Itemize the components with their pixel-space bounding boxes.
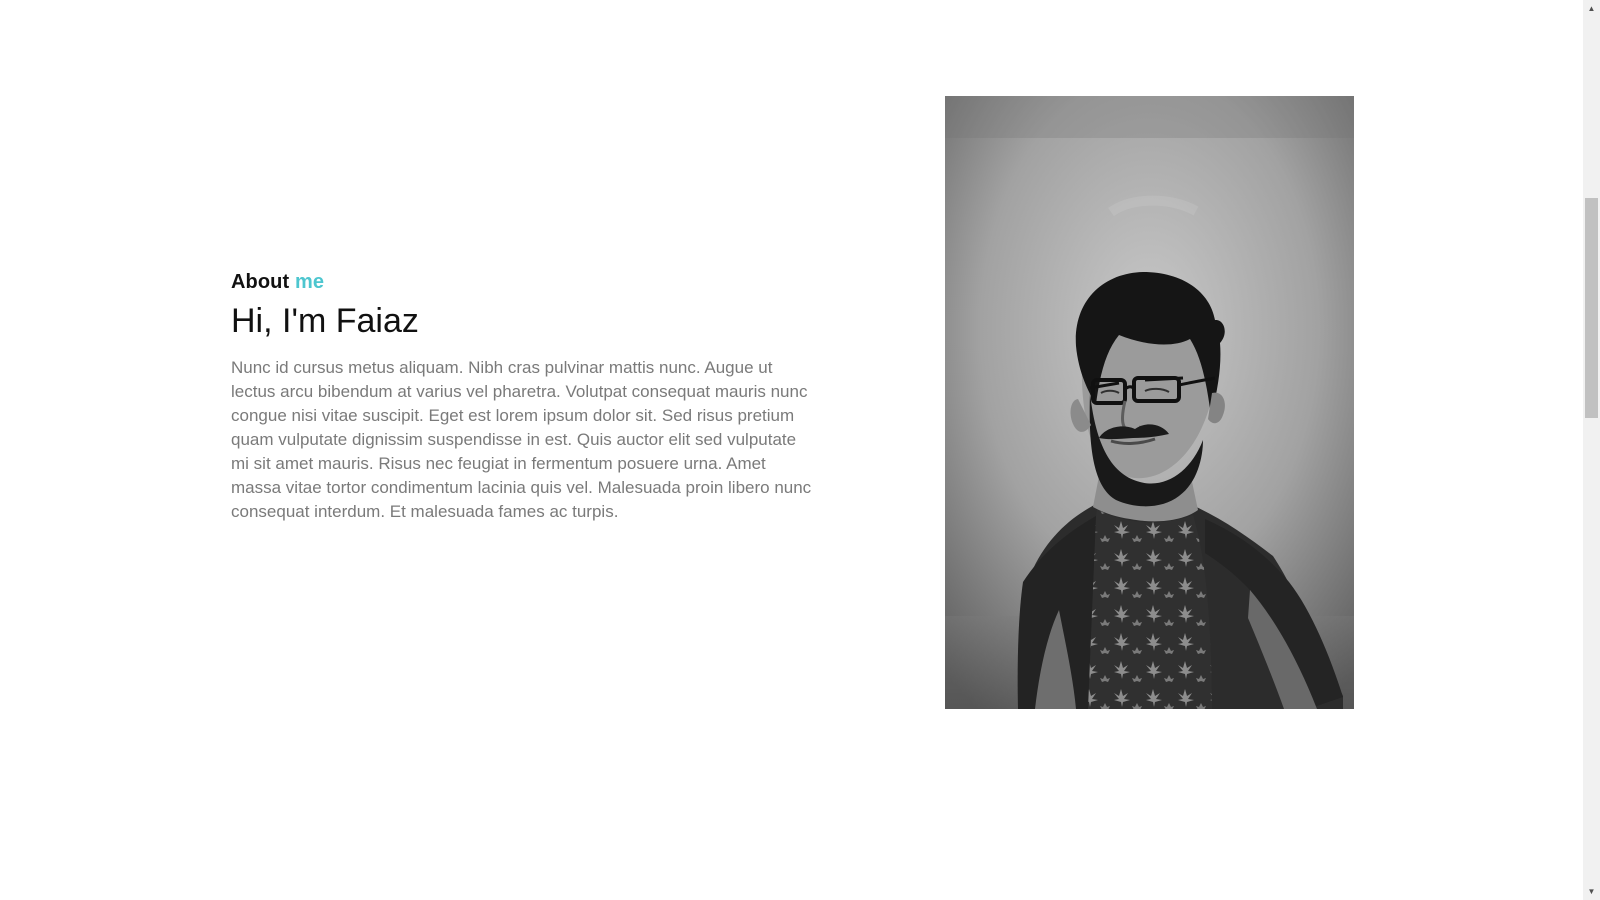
scrollbar-thumb[interactable] xyxy=(1585,198,1598,418)
eyebrow-prefix: About xyxy=(231,271,290,293)
bio-paragraph: Nunc id cursus metus aliquam. Nibh cras … xyxy=(231,358,812,521)
vertical-scrollbar[interactable]: ▲ ▼ xyxy=(1583,0,1600,900)
eyebrow-accent: me xyxy=(294,271,325,293)
scroll-down-arrow-icon[interactable]: ▼ xyxy=(1583,883,1600,900)
page-title: Hi, I'm Faiaz xyxy=(231,302,419,340)
page: About me Hi, I'm Faiaz Nunc id cursus me… xyxy=(0,0,1600,900)
about-text-block: About me Hi, I'm Faiaz Nunc id cursus me… xyxy=(231,268,821,524)
section-eyebrow: About me xyxy=(231,268,821,296)
profile-photo xyxy=(945,96,1354,709)
portrait-illustration xyxy=(945,96,1354,709)
scroll-up-arrow-icon[interactable]: ▲ xyxy=(1583,0,1600,17)
about-section: About me Hi, I'm Faiaz Nunc id cursus me… xyxy=(0,0,1583,900)
